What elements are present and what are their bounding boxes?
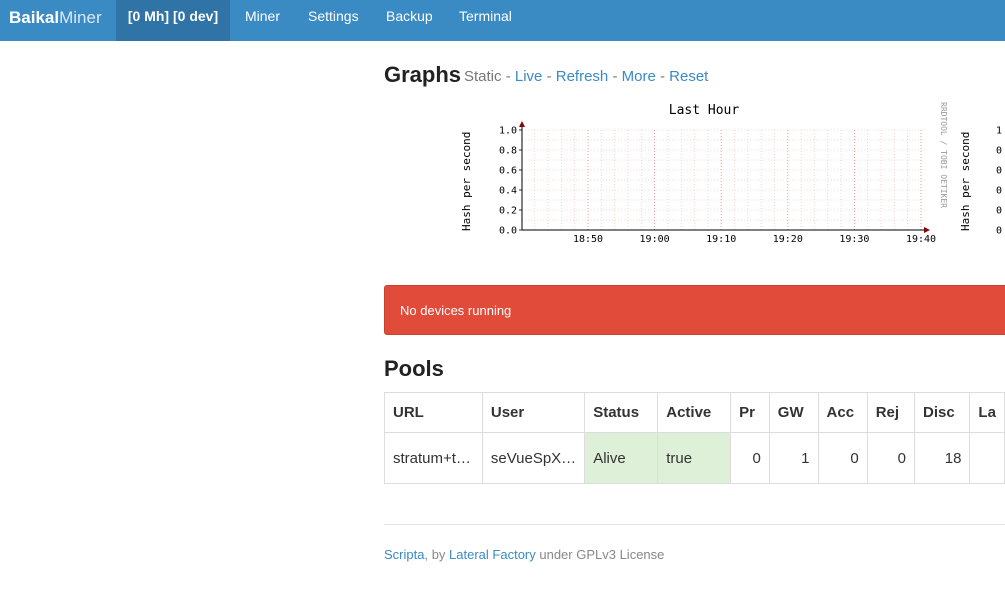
col-gw[interactable]: GW (768, 392, 819, 433)
col-status[interactable]: Status (584, 392, 659, 433)
y2-tick-label: 0 (996, 206, 1002, 217)
chart-xticks: 18:50 19:00 19:10 19:20 19:30 19:40 (573, 234, 936, 245)
col-url[interactable]: URL (384, 392, 483, 433)
pool-rej: 0 (866, 432, 916, 484)
y2-tick-label: 0 (996, 226, 1002, 237)
graph-more-link[interactable]: More (622, 68, 656, 85)
nav-status[interactable]: [0 Mh] [0 dev] (116, 0, 230, 41)
col-la[interactable]: La (969, 392, 1005, 433)
y2-tick-label: 0 (996, 146, 1002, 157)
col-disc[interactable]: Disc (914, 392, 971, 433)
chart-axes (519, 121, 930, 233)
chart2-yticks: 1 0 0 0 0 0 (996, 126, 1002, 237)
graph-live-link[interactable]: Live (515, 68, 543, 85)
nav-settings[interactable]: Settings (308, 0, 359, 41)
y2-tick-label: 0 (996, 186, 1002, 197)
pool-la (969, 432, 1005, 484)
chart-yticks: 1.0 0.8 0.6 0.4 0.2 0.0 (499, 126, 517, 237)
col-acc[interactable]: Acc (817, 392, 868, 433)
y-axis-arrow (519, 121, 525, 127)
pool-active: true (657, 432, 732, 484)
pool-gw: 1 (768, 432, 819, 484)
col-pr[interactable]: Pr (730, 392, 770, 433)
nav-backup[interactable]: Backup (386, 0, 433, 41)
x-tick-label: 19:20 (773, 234, 803, 245)
pool-status: Alive (584, 432, 659, 484)
graph-links: Static - Live - Refresh - More - Reset (464, 68, 709, 85)
y-tick-label: 0.6 (499, 166, 517, 177)
x-tick-label: 19:10 (706, 234, 736, 245)
pool-disc: 18 (914, 432, 971, 484)
brand-logo[interactable]: BaikalMiner (9, 8, 102, 28)
x-tick-label: 19:40 (906, 234, 936, 245)
x-tick-label: 18:50 (573, 234, 603, 245)
x-tick-label: 19:30 (839, 234, 869, 245)
hash-rate-chart: Last Hour Hash per second RRDTOOL / TOBI… (460, 102, 1002, 245)
no-devices-alert: No devices running (384, 285, 1005, 335)
chart-grid (522, 129, 925, 230)
chart-ylabel: Hash per second (460, 132, 473, 231)
footer-divider (384, 524, 1005, 525)
brand-light: Miner (59, 8, 102, 27)
pools-title: Pools (384, 356, 444, 381)
chart-watermark: RRDTOOL / TOBI OETIKER (939, 102, 948, 208)
footer-lateral-factory-link[interactable]: Lateral Factory (449, 547, 536, 562)
footer-scripta-link[interactable]: Scripta (384, 547, 424, 562)
graph-refresh-link[interactable]: Refresh (556, 68, 609, 85)
pool-url: stratum+t… (384, 432, 483, 484)
brand-bold: Baikal (9, 8, 60, 27)
y-tick-label: 0.8 (499, 146, 517, 157)
nav-miner[interactable]: Miner (245, 0, 280, 41)
y-tick-label: 0.4 (499, 186, 517, 197)
col-user[interactable]: User (481, 392, 586, 433)
x-tick-label: 19:00 (640, 234, 670, 245)
y2-tick-label: 0 (996, 166, 1002, 177)
y-tick-label: 0.2 (499, 206, 517, 217)
col-active[interactable]: Active (657, 392, 732, 433)
chart-title: Last Hour (669, 103, 740, 118)
footer-text2: under GPLv3 License (535, 547, 665, 562)
graph-static-label: Static (464, 68, 502, 85)
nav-terminal[interactable]: Terminal (459, 0, 512, 41)
pool-pr: 0 (730, 432, 770, 484)
navbar: BaikalMiner [0 Mh] [0 dev] Miner Setting… (0, 0, 1005, 41)
pools-header-row: URL User Status Active Pr GW Acc Rej Dis… (384, 392, 1005, 433)
chart2-ylabel: Hash per second (959, 132, 972, 231)
graphs-title: Graphs (384, 62, 462, 87)
y-tick-label: 0.0 (499, 226, 517, 237)
table-row: stratum+t… seVueSpX… Alive true 0 1 0 0 … (384, 432, 1005, 484)
y2-tick-label: 1 (996, 126, 1002, 137)
pools-table: URL User Status Active Pr GW Acc Rej Dis… (384, 392, 1005, 484)
graph-reset-link[interactable]: Reset (669, 68, 708, 85)
x-axis-arrow (924, 227, 930, 233)
pool-acc: 0 (817, 432, 868, 484)
footer: Scripta, by Lateral Factory under GPLv3 … (384, 546, 664, 564)
col-rej[interactable]: Rej (866, 392, 916, 433)
pool-user: seVueSpX… (481, 432, 586, 484)
y-tick-label: 1.0 (499, 126, 517, 137)
footer-text1: , by (424, 547, 450, 562)
